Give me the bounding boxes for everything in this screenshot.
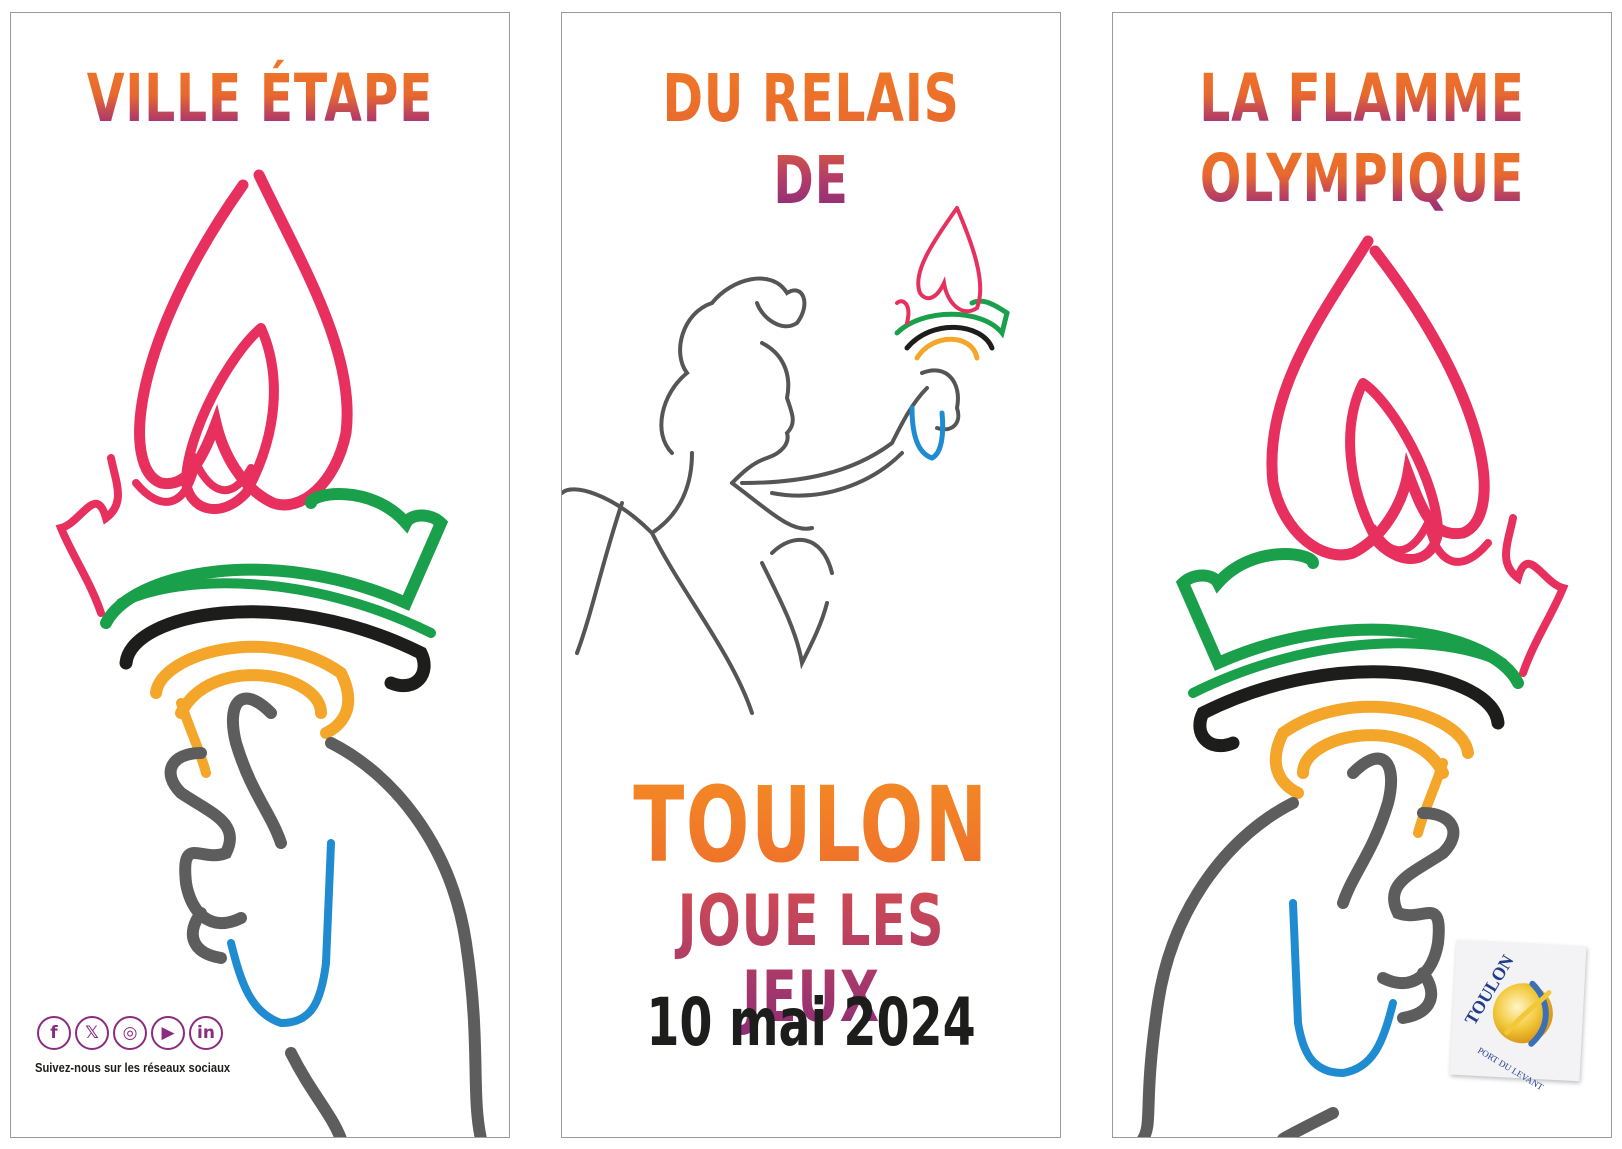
hand-outline — [1137, 752, 1398, 1137]
ring-green — [100, 488, 449, 629]
statue-face — [730, 341, 795, 485]
small-torch-yellow — [914, 336, 980, 361]
title-toulon: TOULON — [633, 764, 989, 886]
statue-arm — [740, 386, 929, 498]
poster-panel-left: VILLE ÉTAPE f 𝕏 ◎ ▶ in Suivez-nous sur l… — [10, 12, 510, 1138]
hand-fingers — [164, 747, 247, 964]
torch-illustration-left — [55, 169, 487, 1137]
toulon-logo: TOULON PORT DU LEVANT — [1449, 939, 1587, 1092]
small-torch-flame — [895, 206, 983, 325]
hand-wrist — [1277, 1107, 1339, 1137]
poster-panel-center: DU RELAIS DE TOULON JOUE LES JEUX 10 mai… — [561, 12, 1061, 1138]
linkedin-icon[interactable]: in — [189, 1016, 223, 1050]
instagram-icon[interactable]: ◎ — [113, 1016, 147, 1050]
torch-handle — [176, 698, 211, 778]
event-date: 10 mai 2024 — [646, 984, 976, 1061]
facebook-icon[interactable]: f — [37, 1016, 71, 1050]
statue-neck — [562, 451, 694, 536]
social-icons-row: f 𝕏 ◎ ▶ in — [37, 1016, 223, 1050]
x-icon[interactable]: 𝕏 — [75, 1016, 109, 1050]
youtube-icon[interactable]: ▶ — [151, 1016, 185, 1050]
ring-blue — [227, 839, 335, 1028]
torch-handle — [1413, 758, 1448, 838]
flame-inner — [180, 323, 279, 514]
ring-blue — [1289, 899, 1397, 1078]
flame-side-right — [1502, 514, 1569, 677]
small-torch-blue — [909, 405, 946, 461]
flame-side-left — [55, 454, 122, 617]
ring-green — [1175, 548, 1524, 689]
poster-panel-right: LA FLAMME OLYMPIQUE TOULON PORT DU LEVAN… — [1112, 12, 1612, 1138]
statue-drape — [575, 481, 834, 715]
social-caption: Suivez-nous sur les réseaux sociaux — [35, 1060, 231, 1075]
hand-fingers — [1377, 807, 1460, 1024]
